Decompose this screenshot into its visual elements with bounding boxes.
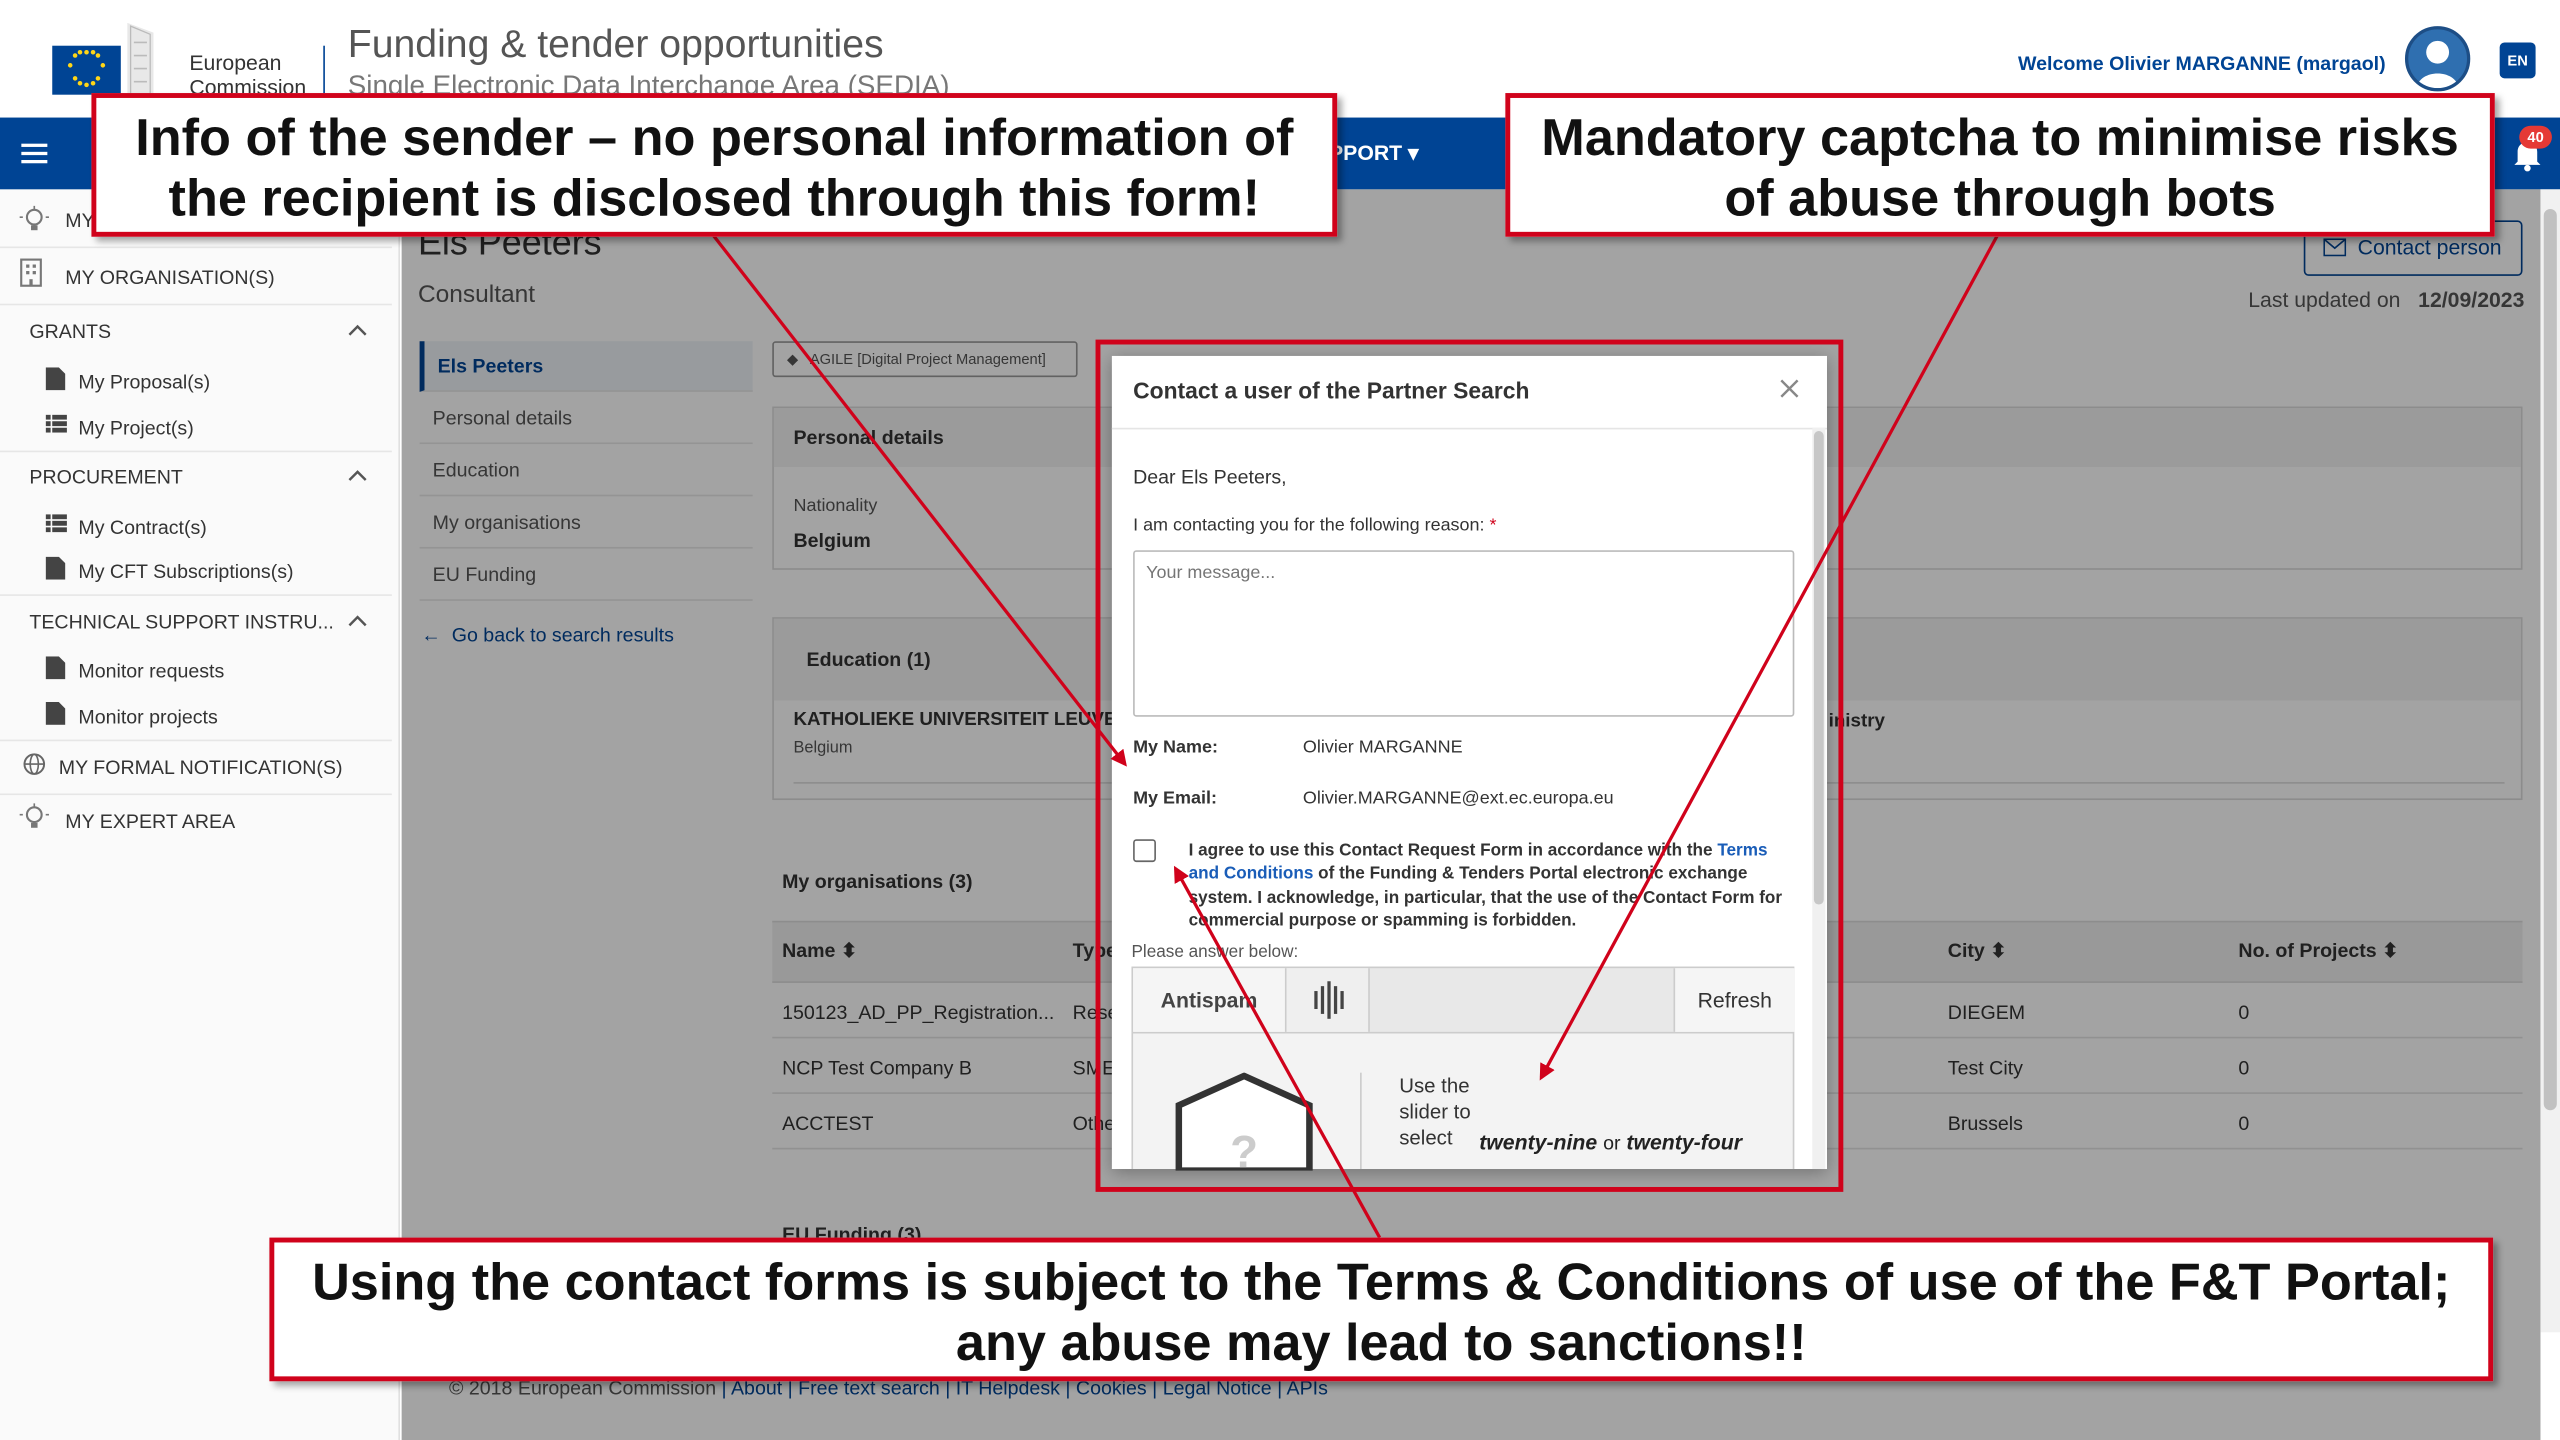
sidebar-item-monitor-projects[interactable]: Monitor projects: [78, 705, 217, 728]
list-icon: [45, 514, 67, 533]
sidebar-divider: [0, 246, 392, 249]
sidebar-item-formal-notifications[interactable]: MY FORMAL NOTIFICATION(S): [59, 756, 343, 779]
language-selector[interactable]: EN: [2499, 42, 2536, 79]
sidebar-item-my-projects[interactable]: My Project(s): [78, 416, 193, 439]
sidebar-divider: [0, 793, 392, 796]
sidebar-section-grants[interactable]: GRANTS: [29, 320, 111, 343]
document-icon: [45, 702, 66, 725]
sidebar-divider: [0, 594, 392, 596]
document-icon: [45, 556, 66, 580]
hamburger-menu-icon[interactable]: [21, 142, 50, 165]
sidebar-divider: [0, 450, 392, 453]
sidebar-item-monitor-requests[interactable]: Monitor requests: [78, 660, 224, 683]
document-icon: [45, 367, 66, 391]
chevron-up-icon[interactable]: [348, 614, 368, 627]
callout-sender-info: Info of the sender – no personal informa…: [91, 93, 1338, 237]
sidebar-item-my-contracts[interactable]: My Contract(s): [78, 516, 206, 539]
sidebar-item-my[interactable]: MY: [65, 209, 94, 232]
modal-highlight-frame: [1095, 339, 1844, 1192]
sidebar-item-expert-area[interactable]: MY EXPERT AREA: [65, 810, 235, 833]
globe-icon: [23, 753, 46, 776]
lightbulb-icon: [19, 205, 49, 235]
notification-badge: 40: [2519, 125, 2552, 149]
sidebar-item-my-proposals[interactable]: My Proposal(s): [78, 371, 210, 394]
sidebar-divider: [0, 303, 392, 306]
sidebar-section-technical-support[interactable]: TECHNICAL SUPPORT INSTRU...: [29, 611, 333, 634]
sidebar-section-procurement[interactable]: PROCUREMENT: [29, 465, 182, 488]
lightbulb-icon: [19, 803, 49, 832]
building-icon: [20, 258, 43, 287]
sidebar-divider: [0, 739, 392, 742]
list-icon: [45, 414, 67, 433]
sidebar-item-my-cft-subscriptions[interactable]: My CFT Subscriptions(s): [78, 560, 293, 583]
chevron-up-icon[interactable]: [348, 323, 368, 336]
header-divider: [323, 45, 325, 95]
ec-logo[interactable]: [20, 16, 183, 101]
welcome-user[interactable]: Welcome Olivier MARGANNE (margaol): [2018, 52, 2386, 75]
page-scrollbar-thumb[interactable]: [2543, 208, 2557, 1111]
document-icon: [45, 656, 66, 680]
sidebar-item-my-organisations[interactable]: MY ORGANISATION(S): [65, 266, 274, 289]
app-title: Funding & tender opportunities: [347, 22, 884, 67]
avatar[interactable]: [2404, 26, 2471, 92]
nav-support-menu[interactable]: PPORT ▾: [1329, 140, 1419, 166]
brand-line-1: European: [189, 50, 282, 76]
callout-terms: Using the contact forms is subject to th…: [269, 1237, 2494, 1382]
chevron-up-icon[interactable]: [348, 469, 368, 482]
callout-captcha: Mandatory captcha to minimise risks of a…: [1505, 93, 2495, 237]
